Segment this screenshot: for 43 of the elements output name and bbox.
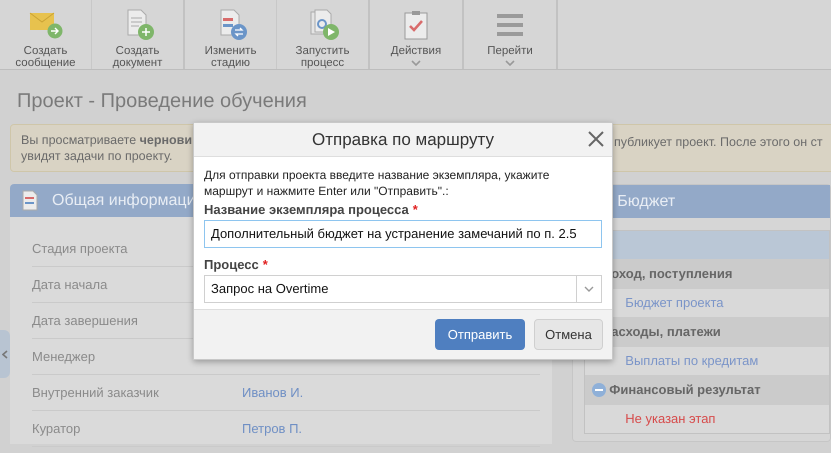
field-label: Менеджер [32, 348, 96, 364]
collapse-handle[interactable] [0, 330, 10, 378]
field-label: Куратор [32, 420, 80, 436]
notice-text: Вы просматриваете чернови [21, 132, 192, 148]
close-button[interactable] [586, 129, 606, 149]
field-label: Внутренний заказчик [32, 384, 159, 400]
field-label: Дата начала [32, 276, 108, 292]
envelope-icon [28, 12, 62, 38]
collapse-icon[interactable] [592, 383, 606, 397]
chevron-down-icon [505, 60, 515, 66]
chevron-down-icon [411, 60, 421, 66]
page-title: Проект - Проведение обучения [17, 89, 308, 113]
toolbar-button[interactable]: Создать сообщение [0, 0, 91, 69]
notice-text: увидят задачи по проекту. [21, 148, 173, 164]
warning-text: Не указан этап [625, 410, 716, 428]
toolbar-button[interactable]: Изменить стадию [185, 0, 276, 69]
name-field[interactable]: Дополнительный бюджет на устранение замечаний по п. 2.5 [204, 220, 602, 248]
field-label: Дата завершения [32, 312, 138, 328]
required-mark: * [412, 202, 418, 217]
panel-title: Бюджет [617, 192, 676, 212]
chevron-left-icon [2, 350, 8, 358]
process-select[interactable]: Запрос на Overtime [204, 275, 602, 303]
notice-text: публикует проект. После этого он ст [614, 135, 823, 149]
dialog-title: Отправка по маршруту [312, 128, 494, 151]
field-label: Процесс [204, 257, 259, 272]
toolbar-button[interactable]: Перейти [464, 0, 556, 69]
field-label: Название экземпляра процесса [204, 202, 409, 217]
menu-icon [497, 13, 523, 37]
group-label: оход, поступления [611, 265, 732, 284]
document-icon [22, 190, 38, 211]
toolbar-button[interactable]: Действия [370, 0, 462, 69]
toolbar-button[interactable]: Создать документ [92, 0, 183, 69]
group-label: Финансовый результат [609, 381, 761, 400]
dialog-instructions: Для отправки проекта введите название экземпляра, укажите маршрут и нажмите Enter или "Отправить".: [204, 167, 550, 199]
cancel-button[interactable]: Отмена [534, 319, 603, 350]
group-label: асходы, платежи [611, 323, 721, 342]
field-label: Стадия проекта [32, 240, 128, 256]
required-mark: * [262, 257, 268, 272]
chevron-down-icon [584, 286, 594, 292]
panel-title: Общая информаци [52, 190, 196, 210]
toolbar-button[interactable]: Запустить процесс [277, 0, 368, 69]
submit-button[interactable]: Отправить [435, 319, 525, 350]
clipboard-check-icon [404, 10, 428, 40]
